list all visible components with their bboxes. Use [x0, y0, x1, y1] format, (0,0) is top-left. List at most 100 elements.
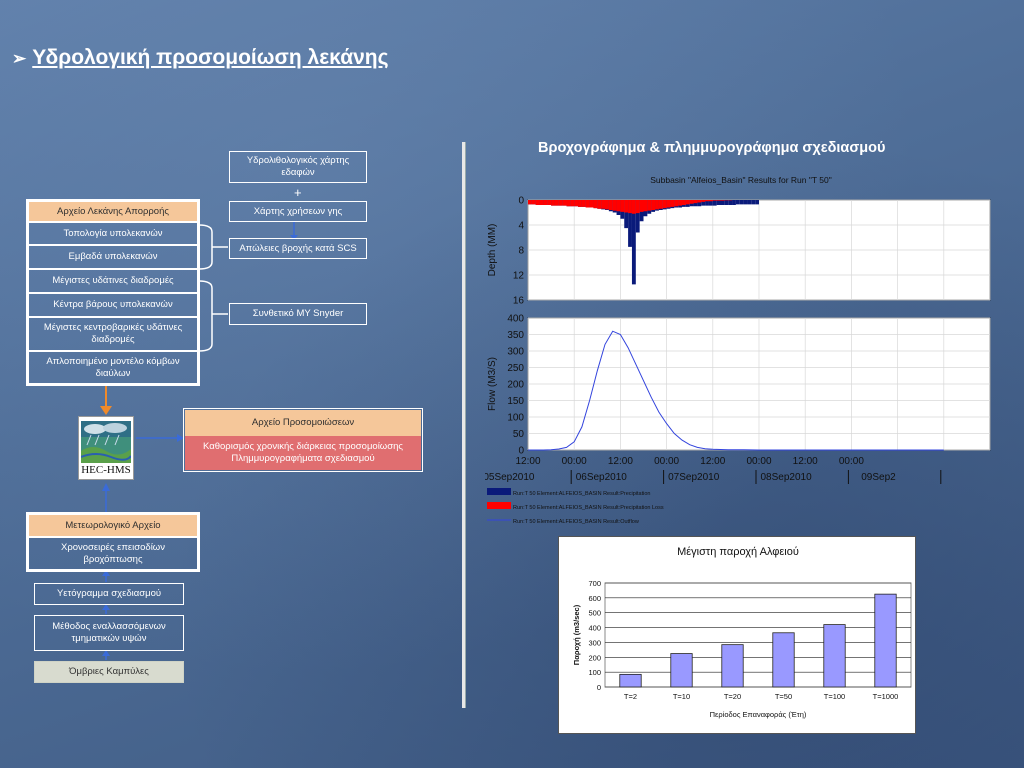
chart1-xtick-label: 00:00 — [654, 456, 679, 467]
chart1-bar-s1 — [693, 200, 698, 204]
chart1-bar-s1 — [593, 200, 598, 209]
chart1-bar-s0 — [712, 200, 717, 206]
chart2-xtick-label: T=2 — [624, 692, 637, 701]
met-item-rain-series: Χρονοσειρές επεισοδίων βροχόπτωσης — [28, 537, 198, 570]
basin-file-header: Αρχείο Λεκάνης Απορροής — [28, 201, 198, 222]
basin-item-centroid-paths: Μέγιστες κεντροβαρικές υδάτινες διαδρομέ… — [28, 317, 198, 351]
chart1-bar-s1 — [601, 200, 605, 209]
chart1-legend-label: Run:T 50 Element:ALFEIOS_BASIN Result:Pr… — [513, 491, 650, 497]
chart1-bar-s1 — [674, 200, 679, 207]
hec-hms-logo: HEC-HMS — [78, 416, 134, 480]
chart1-bar-s0 — [720, 200, 725, 205]
simulation-file-header: Αρχείο Προσομοιώσεων — [185, 410, 421, 436]
chart1-legend-swatch — [487, 488, 511, 495]
chart1-bar-s1 — [539, 200, 544, 205]
met-hec-arrowhead — [102, 483, 110, 491]
chart2-title: Μέγιστη παροχή Αλφειού — [677, 546, 799, 558]
hydrolithology-map-box: Υδρολιθολογικός χάρτης εδαφών — [229, 151, 367, 183]
right-section-heading: Βροχογράφημα & πλημμυρογράφημα σχεδιασμο… — [538, 140, 886, 156]
met-file-header: Μετεωρολογικό Αρχείο — [28, 514, 198, 537]
idf-curves-box: Όμβριες Καμπύλες — [34, 661, 184, 683]
chart2-ytick-label: 600 — [588, 594, 601, 603]
design-hyetograph-box: Υετόγραμμα σχεδιασμού — [34, 583, 184, 605]
chart1-xtick-label: 12:00 — [700, 456, 725, 467]
chart1-xdate-label: 07Sep2010 — [668, 472, 720, 483]
chart1-bar-s1 — [528, 200, 532, 205]
chart1-xtick-label: 00:00 — [746, 456, 771, 467]
chart2-xtick-label: T=1000 — [873, 692, 899, 701]
chart1-ytick-label: 200 — [507, 380, 524, 391]
chart1-bar-s1 — [651, 200, 656, 210]
basin-item-topology: Τοπολογία υπολεκανών — [28, 222, 198, 245]
chart1-bar-s1 — [670, 200, 675, 207]
chart1-bar-s1 — [643, 200, 648, 212]
vertical-divider — [462, 142, 465, 708]
basin-item-centroids: Κέντρα βάρους υπολεκανών — [28, 293, 198, 317]
chart2-bar — [823, 624, 846, 688]
simulation-duration-text: Καθορισμός χρονικής διάρκειας προσομοίωσ… — [203, 441, 403, 452]
chart1-bar-s1 — [589, 200, 594, 208]
chart1-xdate-label: 06Sep2010 — [576, 472, 628, 483]
chart1-bar-s0 — [716, 200, 721, 205]
design-hydrographs-text: Πλημμυρογραφήματα σχεδιασμού — [231, 453, 375, 464]
chart2-ytick-label: 200 — [588, 653, 601, 662]
chart1-bar-s1 — [562, 200, 567, 206]
simulation-file-body: Καθορισμός χρονικής διάρκειας προσομοίωσ… — [185, 436, 421, 470]
chart1-ytick-label: 350 — [507, 330, 524, 341]
chart2-plot-area — [604, 582, 912, 688]
chart2-ytick-label: 100 — [588, 668, 601, 677]
chart1-xdate-label: 09Sep2 — [861, 472, 896, 483]
chart1-bar-s1 — [631, 200, 636, 214]
alternating-blocks-box: Μέθοδος εναλλασσόμενων τμηματικών υψών — [34, 615, 184, 651]
chart1-ytick-label: 0 — [518, 446, 524, 457]
chart1-ytick-label: 300 — [507, 347, 524, 358]
chart1-ytick-label: 12 — [513, 271, 525, 282]
chart1-bar-s0 — [747, 200, 752, 205]
chart1-bar-s1 — [581, 200, 586, 207]
chart1-bar-s1 — [689, 200, 694, 204]
chart1-ylabel-0: Depth (MM) — [487, 224, 498, 277]
chart1-bar-s1 — [620, 200, 625, 212]
chart1-bar-s0 — [743, 200, 748, 205]
chart1-ytick-label: 250 — [507, 363, 524, 374]
chart1-legend-swatch — [487, 502, 511, 509]
chart1-bar-s1 — [543, 200, 548, 205]
chart1-bar-s1 — [531, 200, 536, 205]
basin-item-areas: Εμβαδά υπολεκανών — [28, 245, 198, 269]
chart1-bar-s1 — [566, 200, 571, 207]
chart1-xtick-label: 00:00 — [562, 456, 587, 467]
chart1-ylabel-1: Flow (M3/S) — [487, 357, 498, 411]
chart1-bar-s1 — [570, 200, 575, 207]
chart1-bar-s1 — [574, 200, 579, 207]
chart1-bar-s0 — [739, 200, 744, 205]
chart1-ytick-label: 400 — [507, 314, 524, 325]
chart1-bar-s0 — [755, 200, 759, 205]
chart1-bar-s1 — [547, 200, 552, 205]
chart2-bar — [874, 593, 897, 688]
chart1-ytick-label: 0 — [518, 196, 524, 207]
brace-bottom — [198, 280, 213, 352]
chart1-ytick-label: 16 — [513, 296, 525, 307]
chart1-bar-s1 — [624, 200, 629, 213]
chart2-xtick-label: T=10 — [673, 692, 690, 701]
brace-top — [198, 224, 213, 270]
chart1-bar-s0 — [751, 200, 756, 205]
chart1-legend-label: Run:T 50 Element:ALFEIOS_BASIN Result:Pr… — [513, 505, 664, 511]
chart1-bar-s1 — [551, 200, 555, 206]
chart1-bar-s1 — [585, 200, 590, 208]
chart2-xtick-label: T=100 — [824, 692, 845, 701]
chart1-bar-s0 — [735, 200, 740, 205]
max-discharge-chart: Μέγιστη παροχή Αλφειού 0 100 200 300 400 500 60… — [558, 536, 916, 734]
chart1-bar-s1 — [635, 200, 640, 214]
snyder-uh-box: Συνθετικό ΜΥ Snyder — [229, 303, 367, 325]
chart1-bar-s1 — [666, 200, 671, 208]
chart2-ytick-label: 700 — [588, 579, 601, 588]
chart1-bar-s1 — [639, 200, 644, 212]
basin-hec-arrowhead — [100, 406, 112, 415]
chart1-bar-s1 — [708, 200, 713, 202]
chart1-bar-s1 — [701, 200, 706, 202]
hec-hms-label: HEC-HMS — [81, 464, 131, 476]
chart1-legend-label: Run:T 50 Element:ALFEIOS_BASIN Result:Ou… — [513, 519, 639, 525]
chart1-xtick-label: 12:00 — [608, 456, 633, 467]
chart2-ytick-label: 400 — [588, 624, 601, 633]
